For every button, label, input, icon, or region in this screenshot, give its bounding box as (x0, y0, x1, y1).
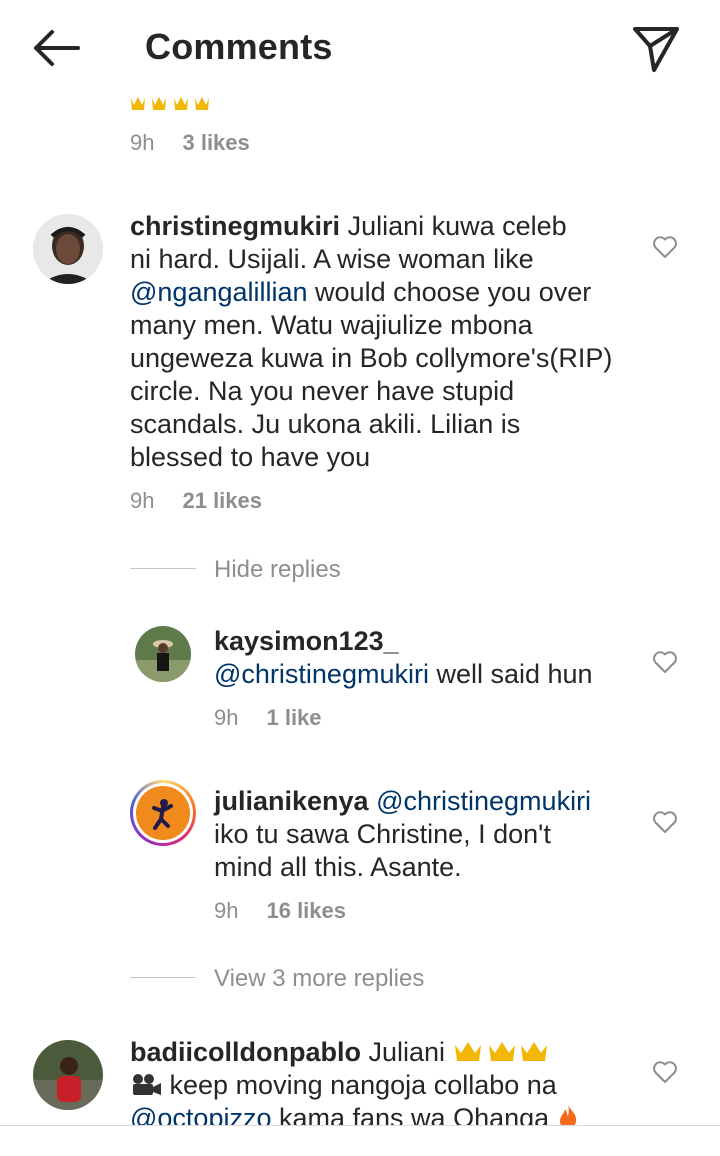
likes-count[interactable]: 16 likes (266, 898, 346, 923)
reply-text: well said hun (436, 659, 593, 689)
mention-link[interactable]: @christinegmukiri (376, 786, 591, 816)
likes-count[interactable]: 1 like (266, 705, 321, 730)
reply-username[interactable]: julianikenya (214, 786, 369, 816)
bottom-bar (0, 1125, 720, 1156)
comment-time: 9h (130, 130, 155, 155)
crown-emoji-row (454, 1042, 547, 1061)
comment-text-line: kama fans wa Ohanga (279, 1103, 550, 1125)
comment-text-line: many men. Watu wajiulize mbona (130, 310, 533, 340)
mention-link[interactable]: @christinegmukiri (214, 659, 429, 689)
page-title: Comments (145, 26, 333, 67)
comment-text-line: would choose you over (315, 277, 592, 307)
comment-meta: 9h 21 likes (130, 488, 262, 514)
comment-text-line: scandals. Ju ukona akili. Lilian is (130, 409, 521, 439)
mention-link[interactable]: @ngangalillian (130, 277, 308, 307)
reply-username[interactable]: kaysimon123_ (214, 625, 644, 658)
comment-text-line: Juliani (368, 1037, 446, 1067)
crown-icon (152, 97, 167, 110)
reply-body: julianikenya @christinegmukiri iko tu sa… (214, 785, 644, 884)
reply-text: iko tu sawa Christine, I don't (214, 819, 551, 849)
header-bar: Comments (0, 0, 720, 98)
avatar[interactable] (135, 626, 191, 682)
likes-count[interactable]: 3 likes (182, 130, 249, 155)
like-heart-icon[interactable] (652, 810, 678, 834)
comment-text-line: Juliani kuwa celeb (347, 211, 567, 241)
comment-time: 9h (214, 705, 239, 730)
reply-meta: 9h 1 like (214, 705, 322, 731)
comment-body: badiicolldonpablo Juliani keep moving na… (130, 1036, 640, 1125)
like-heart-icon[interactable] (652, 235, 678, 259)
direct-message-icon[interactable] (630, 24, 682, 74)
reply-text: mind all this. Asante. (214, 852, 462, 882)
comment-username[interactable]: badiicolldonpablo (130, 1037, 361, 1067)
avatar[interactable] (33, 214, 103, 284)
comment-time: 9h (214, 898, 239, 923)
crown-emoji-row (130, 96, 211, 116)
view-more-replies-button[interactable]: View 3 more replies (214, 965, 424, 993)
likes-count[interactable]: 21 likes (182, 488, 262, 513)
avatar[interactable] (130, 780, 196, 846)
like-heart-icon[interactable] (652, 1060, 678, 1084)
back-arrow-icon[interactable] (28, 26, 82, 70)
comment-text-line: keep moving nangoja collabo na (169, 1070, 557, 1100)
comment-text-line: ni hard. Usijali. A wise woman like (130, 244, 534, 274)
crown-icon (173, 97, 188, 110)
comment-time: 9h (130, 488, 155, 513)
comment-text-line: ungeweza kuwa in Bob collymore's(RIP) (130, 343, 613, 373)
reply-meta: 9h 16 likes (214, 898, 346, 924)
crown-icon (195, 97, 210, 110)
crown-icon (131, 97, 145, 110)
comment-meta: 9h 3 likes (130, 130, 250, 156)
divider (130, 977, 196, 978)
comment-body: christinegmukiri Juliani kuwa celeb ni h… (130, 210, 640, 474)
comment-text-line: blessed to have you (130, 442, 371, 472)
avatar[interactable] (33, 1040, 103, 1110)
divider (130, 568, 196, 569)
movie-camera-icon (133, 1074, 161, 1095)
fire-emoji-icon (559, 1105, 576, 1125)
comment-username[interactable]: christinegmukiri (130, 211, 340, 241)
mention-link[interactable]: @octopizzo (130, 1103, 271, 1125)
like-heart-icon[interactable] (652, 650, 678, 674)
reply-body: kaysimon123_ @christinegmukiri well said… (214, 625, 644, 691)
comment-text-line: circle. Na you never have stupid (130, 376, 515, 406)
hide-replies-button[interactable]: Hide replies (214, 556, 341, 584)
